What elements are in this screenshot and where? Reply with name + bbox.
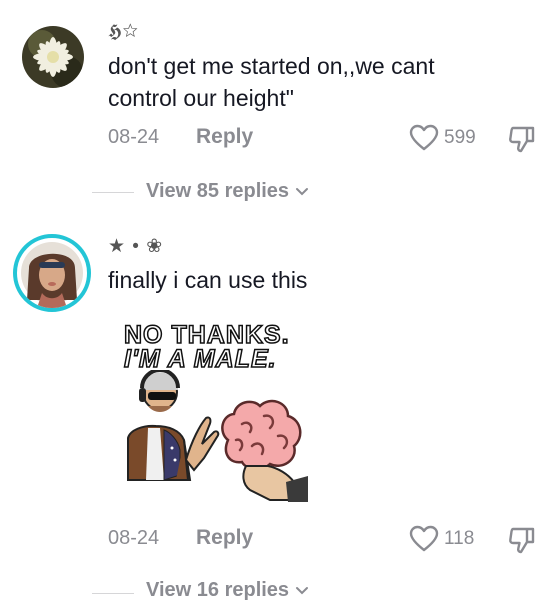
sticker-caption: NO THANKS. I'M A MALE. — [123, 321, 290, 373]
heart-icon — [409, 525, 439, 552]
chevron-down-icon — [296, 586, 309, 594]
view-replies-button[interactable]: View 85 replies — [146, 180, 309, 203]
comment-text-line: don't get me started on,,we cant — [108, 53, 435, 79]
avatar[interactable] — [13, 234, 91, 312]
profile-photo — [21, 242, 83, 308]
like-count: 599 — [444, 127, 476, 148]
view-replies-label: View 85 replies — [146, 180, 290, 202]
man-rejecting-brain-illustration — [127, 370, 308, 502]
comment-username[interactable]: ★ • ❀ — [108, 235, 163, 258]
chevron-down-icon — [296, 187, 309, 195]
avatar[interactable] — [22, 26, 84, 88]
heart-icon — [409, 124, 439, 151]
dislike-button[interactable] — [508, 124, 536, 159]
comment-text: finally i can use this — [108, 267, 308, 293]
sticker-caption-line: I'M A MALE. — [123, 345, 277, 373]
sticker-caption-line: NO THANKS. — [123, 321, 290, 349]
comment-date: 08-24 — [108, 126, 160, 148]
dislike-button[interactable] — [508, 525, 536, 560]
sticker-image[interactable]: NO THANKS. I'M A MALE. — [118, 320, 308, 502]
comment-text-line: control our height" — [108, 85, 294, 111]
view-replies-button[interactable]: View 16 replies — [146, 579, 309, 602]
flower-avatar-image — [22, 26, 84, 88]
thumbs-down-icon — [509, 527, 535, 554]
thumbs-down-icon — [509, 126, 535, 153]
comment-text: don't get me started on,,we cant control… — [108, 50, 528, 114]
reply-button[interactable]: Reply — [196, 526, 253, 550]
comment-date: 08-24 — [108, 527, 160, 549]
like-count: 118 — [444, 528, 475, 549]
view-replies-label: View 16 replies — [146, 579, 290, 601]
reply-button[interactable]: Reply — [196, 125, 253, 149]
like-button[interactable]: 599 — [409, 122, 483, 154]
like-button[interactable]: 118 — [409, 523, 483, 555]
comment-username[interactable]: 𝕳☆ — [108, 21, 139, 43]
replies-divider — [92, 192, 134, 193]
replies-divider — [92, 593, 134, 594]
